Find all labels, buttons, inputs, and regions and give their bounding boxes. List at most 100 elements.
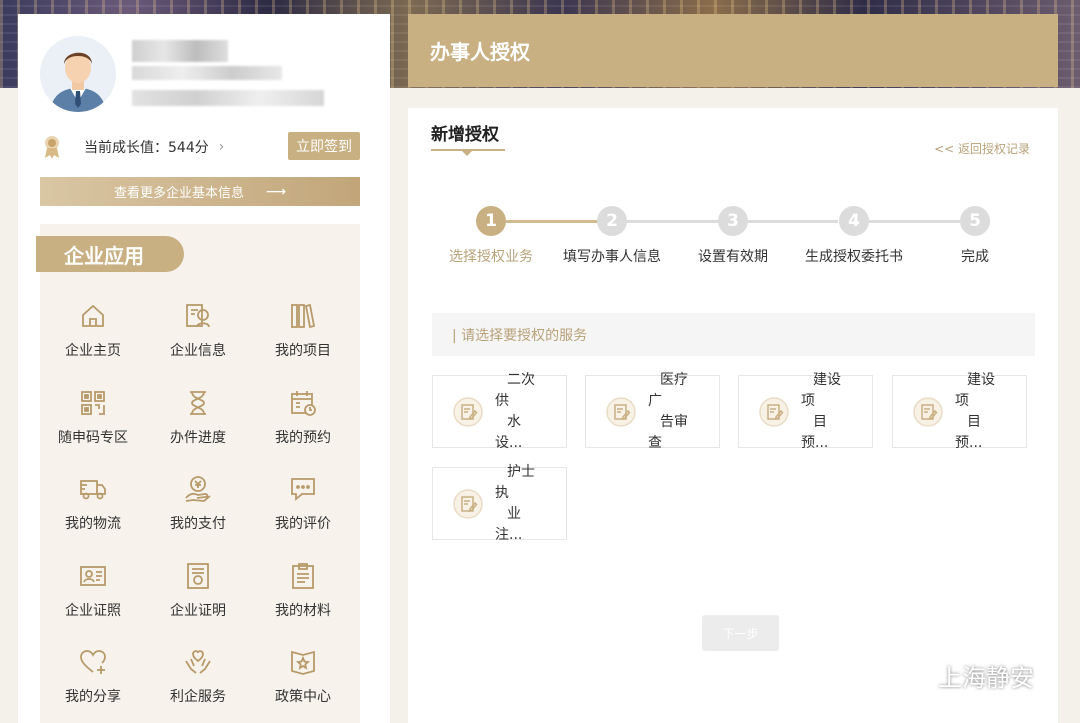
step-2-label: 填写办事人信息 xyxy=(563,249,661,265)
step-5-circle: 5 xyxy=(960,206,990,236)
app-label: 我的分享 xyxy=(65,689,121,705)
payment-icon xyxy=(185,476,211,502)
blurred-id xyxy=(132,90,324,106)
app-benefit-services[interactable]: 利企服务 xyxy=(145,647,251,717)
enterprise-apps-panel: 企业应用 企业主页 企业信息 我的项目 随申码专区 办件进度 我的预约 我的物流 xyxy=(36,224,360,723)
step-4-label: 生成授权委托书 xyxy=(805,249,903,265)
document-edit-icon xyxy=(453,396,483,427)
home-icon xyxy=(82,304,104,327)
page-title: 办事人授权 xyxy=(408,14,1058,87)
app-enterprise-info[interactable]: 企业信息 xyxy=(145,301,251,371)
app-enterprise-home[interactable]: 企业主页 xyxy=(40,301,146,371)
step-2-circle: 2 xyxy=(597,206,627,236)
service-name-line2: 目预... xyxy=(955,413,983,451)
calendar-icon xyxy=(291,391,316,416)
app-logistics[interactable]: 我的物流 xyxy=(40,474,146,544)
growth-value-text: 当前成长值：544分 xyxy=(84,140,209,156)
step-connector xyxy=(746,220,838,223)
policy-star-icon xyxy=(291,650,315,675)
app-label: 我的材料 xyxy=(275,603,331,619)
section-title: 新增授权 xyxy=(431,125,499,145)
service-name-line1: 建设项 xyxy=(955,371,995,409)
app-label: 我的评价 xyxy=(275,516,331,532)
qr-code-icon xyxy=(81,391,105,415)
app-label: 企业证明 xyxy=(170,603,226,619)
service-name-line1: 医疗广 xyxy=(648,371,688,409)
authorization-panel: 新增授权 << 返回授权记录 1 2 3 4 5 选择授权业务 填写办事人信息 … xyxy=(408,108,1058,723)
arrow-right-icon: ⟶ xyxy=(265,183,287,200)
blurred-username xyxy=(132,40,228,62)
watermark-text: 上海静安 xyxy=(938,664,1034,692)
books-icon xyxy=(291,303,316,329)
app-label: 我的项目 xyxy=(275,343,331,359)
app-licenses[interactable]: 企业证照 xyxy=(40,561,146,631)
blurred-company xyxy=(132,66,282,80)
medal-icon xyxy=(45,136,59,159)
apps-title: 企业应用 xyxy=(36,236,184,272)
app-payment[interactable]: 我的支付 xyxy=(145,474,251,544)
service-name-line1: 二次供 xyxy=(495,371,535,409)
watermark: 上海静安 xyxy=(888,658,1034,693)
truck-icon xyxy=(80,480,106,500)
app-materials[interactable]: 我的材料 xyxy=(250,561,356,631)
step-3-label: 设置有效期 xyxy=(698,249,768,265)
user-sidebar: 当前成长值：544分 › 立即签到 查看更多企业基本信息 ⟶ 企业应用 企业主页… xyxy=(18,14,390,723)
app-my-projects[interactable]: 我的项目 xyxy=(250,301,356,371)
next-step-button[interactable]: 下一步 xyxy=(702,615,779,651)
step-connector xyxy=(866,220,960,223)
clipboard-icon xyxy=(292,563,314,589)
app-label: 政策中心 xyxy=(275,689,331,705)
id-card-icon xyxy=(80,566,106,586)
hands-heart-icon xyxy=(185,650,211,674)
step-5-label: 完成 xyxy=(961,249,989,265)
service-card[interactable]: 建设项目预... xyxy=(892,371,1027,451)
certificate-icon xyxy=(187,563,209,589)
app-certificates[interactable]: 企业证明 xyxy=(145,561,251,631)
back-to-records-link[interactable]: << 返回授权记录 xyxy=(934,140,1030,157)
service-name-line2: 目预... xyxy=(801,413,829,451)
document-edit-icon xyxy=(606,396,636,427)
app-policy-center[interactable]: 政策中心 xyxy=(250,647,356,717)
wechat-icon xyxy=(890,661,930,689)
app-label: 我的支付 xyxy=(170,516,226,532)
service-name-line2: 业注... xyxy=(495,505,523,543)
app-reviews[interactable]: 我的评价 xyxy=(250,474,356,544)
more-info-label: 查看更多企业基本信息 xyxy=(113,186,244,201)
app-share[interactable]: 我的分享 xyxy=(40,647,146,717)
document-edit-icon xyxy=(453,488,483,519)
service-name-line1: 护士执 xyxy=(495,463,535,501)
document-edit-icon xyxy=(913,396,943,427)
app-progress[interactable]: 办件进度 xyxy=(145,388,251,458)
step-4-circle: 4 xyxy=(839,206,869,236)
app-label: 我的预约 xyxy=(275,430,331,446)
app-label: 办件进度 xyxy=(170,430,226,446)
app-qr-zone[interactable]: 随申码专区 xyxy=(40,388,146,458)
service-name-line1: 建设项 xyxy=(801,371,841,409)
service-prompt: | 请选择要授权的服务 xyxy=(432,313,1035,356)
service-card[interactable]: 二次供水设... xyxy=(432,371,567,451)
service-card[interactable]: 建设项目预... xyxy=(738,371,873,451)
service-card[interactable]: 护士执业注... xyxy=(432,463,567,543)
chevron-right-icon: › xyxy=(218,139,225,155)
app-label: 我的物流 xyxy=(65,516,121,532)
avatar[interactable] xyxy=(40,36,116,112)
app-label: 企业证照 xyxy=(65,603,121,619)
service-card[interactable]: 医疗广 告审查 xyxy=(585,371,720,451)
signin-button[interactable]: 立即签到 xyxy=(288,132,360,160)
step-1-circle: 1 xyxy=(476,206,506,236)
app-label: 利企服务 xyxy=(170,689,226,705)
app-appointments[interactable]: 我的预约 xyxy=(250,388,356,458)
app-label: 随申码专区 xyxy=(58,430,128,446)
hourglass-icon xyxy=(190,391,206,415)
step-1-label: 选择授权业务 xyxy=(449,249,533,265)
comment-icon xyxy=(291,478,315,501)
step-connector xyxy=(506,220,598,223)
app-label: 企业信息 xyxy=(170,343,226,359)
title-underline xyxy=(431,149,505,156)
step-3-circle: 3 xyxy=(718,206,748,236)
enterprise-info-icon xyxy=(186,304,210,328)
more-info-button[interactable]: 查看更多企业基本信息 ⟶ xyxy=(40,177,360,206)
app-label: 企业主页 xyxy=(65,343,121,359)
heart-plus-icon xyxy=(80,650,106,674)
service-name-line2: 水设... xyxy=(495,413,523,451)
